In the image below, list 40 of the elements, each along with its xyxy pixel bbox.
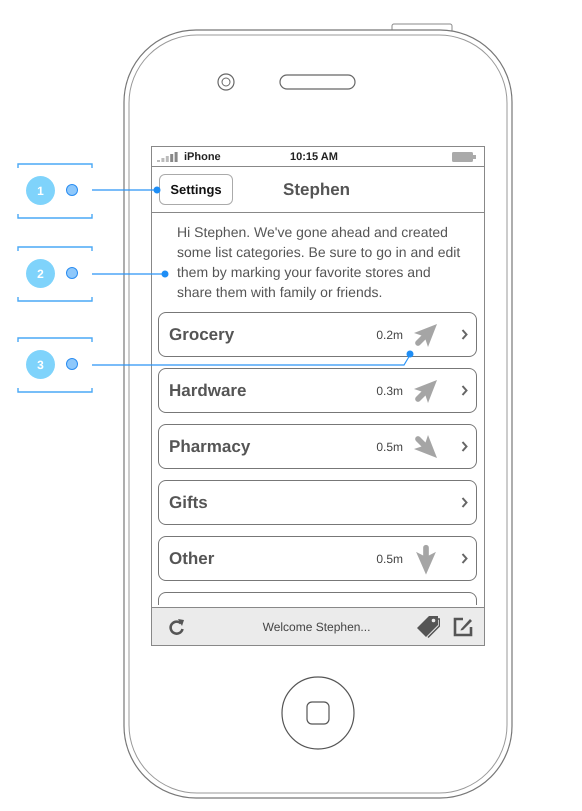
- category-row[interactable]: Other 0.5m: [158, 536, 477, 581]
- chevron-icon: [461, 385, 468, 396]
- category-row[interactable]: Grocery 0.2m: [158, 312, 477, 357]
- category-row[interactable]: Gifts: [158, 480, 477, 525]
- carrier-label: iPhone: [184, 150, 222, 162]
- category-label: Grocery: [169, 324, 236, 344]
- distance-label: 0.2m: [376, 328, 403, 342]
- distance-label: 0.3m: [376, 384, 403, 398]
- annotation-number: 1: [26, 176, 55, 205]
- hotspot-dot: [66, 358, 78, 370]
- settings-button[interactable]: Settings: [159, 174, 233, 205]
- tags-icon[interactable]: [416, 614, 440, 638]
- category-row[interactable]: [158, 592, 477, 605]
- category-label: Other: [169, 548, 216, 568]
- chevron-icon: [461, 553, 468, 564]
- category-label: Hardware: [169, 380, 248, 400]
- home-button[interactable]: [281, 676, 355, 750]
- chevron-icon: [461, 497, 468, 508]
- category-row[interactable]: Pharmacy 0.5m: [158, 424, 477, 469]
- refresh-icon[interactable]: [167, 616, 187, 636]
- hotspot-dot: [66, 267, 78, 279]
- status-time: 10:15 AM: [290, 150, 339, 162]
- compose-icon[interactable]: [452, 616, 474, 638]
- camera-lens: [217, 73, 235, 91]
- distance-label: 0.5m: [376, 552, 403, 566]
- annotation-number: 3: [26, 350, 55, 379]
- intro-text: Hi Stephen. We've gone ahead and created some list categories. Be sure to go in and edit them by marking your favorite stores and share them with family or friends.: [177, 223, 462, 302]
- leader-line: [92, 186, 160, 194]
- battery-icon: [452, 152, 476, 162]
- category-row[interactable]: Hardware 0.3m: [158, 368, 477, 413]
- welcome-message: Welcome Stephen...: [262, 620, 372, 634]
- chevron-icon: [461, 329, 468, 340]
- chevron-icon: [461, 441, 468, 452]
- nav-title: Stephen: [283, 180, 350, 200]
- hotspot-dot: [66, 184, 78, 196]
- distance-label: 0.5m: [376, 440, 403, 454]
- category-label: Gifts: [169, 492, 209, 512]
- annotation-number: 2: [26, 259, 55, 288]
- signal-icon: [157, 152, 179, 162]
- category-label: Pharmacy: [169, 436, 252, 456]
